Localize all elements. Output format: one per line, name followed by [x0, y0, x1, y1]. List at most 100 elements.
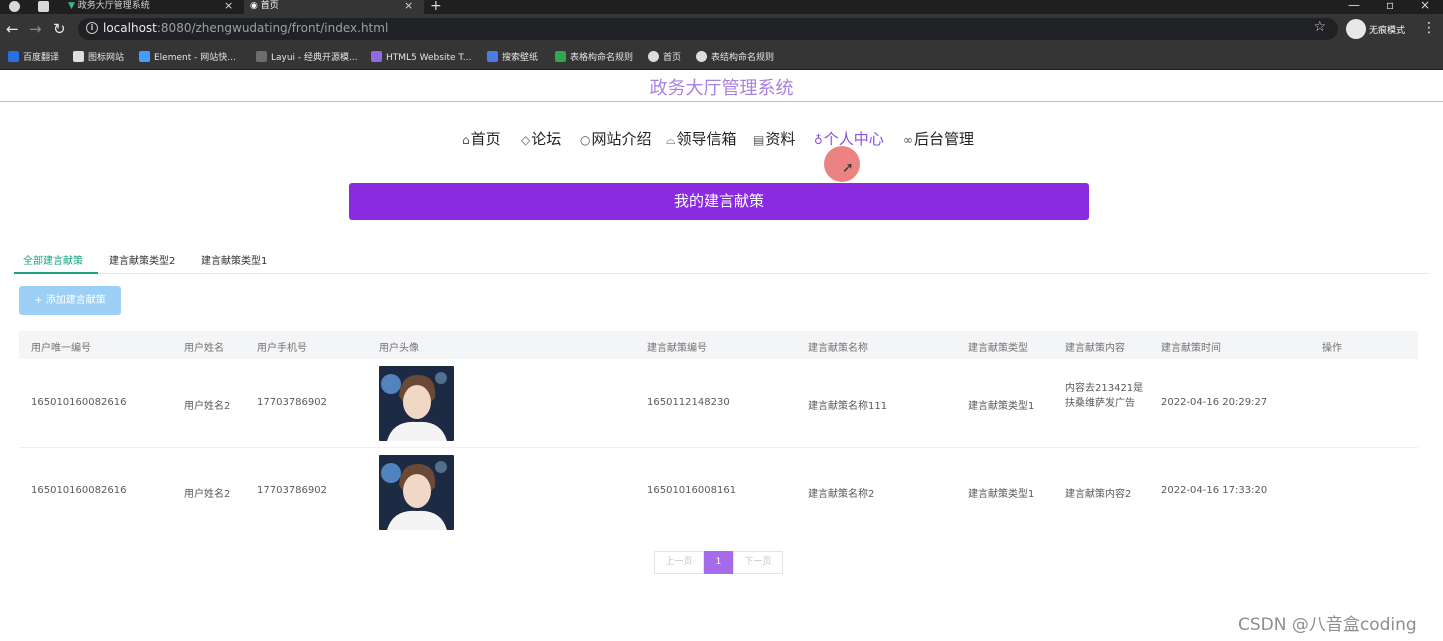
browser-tab-1[interactable]: ▼ 政务大厅管理系统 — [62, 0, 242, 14]
cell-suggestion-type: 建言献策类型1 — [968, 489, 1035, 500]
column-header: 操作 — [1322, 343, 1342, 354]
table-row[interactable]: 165010160082616 用户姓名2 17703786902 165010… — [19, 448, 1418, 536]
add-suggestion-button[interactable]: + 添加建言献策 — [19, 286, 121, 315]
info-icon[interactable]: i — [86, 22, 98, 34]
cell-suggestion-content: 建言献策内容2 — [1065, 489, 1132, 500]
column-header: 建言献策时间 — [1161, 343, 1221, 354]
browser-tabstrip: ▼ 政务大厅管理系统 × ◉ 首页 × + — ▫ × — [0, 0, 1443, 14]
nav-item-about[interactable]: ○网站介绍 — [580, 128, 652, 149]
browser-toolbar: ← → ↻ i localhost:8080/zhengwudating/fro… — [0, 14, 1443, 46]
element-icon — [139, 51, 150, 62]
bookmark-item[interactable]: HTML5 Website T... — [371, 51, 471, 65]
column-header: 用户头像 — [379, 343, 419, 354]
html5-icon — [371, 51, 382, 62]
nav-item-profile[interactable]: ♁个人中心 — [814, 128, 884, 149]
mouse-pointer-icon: ➚ — [842, 160, 854, 176]
info-icon: ○ — [580, 133, 591, 147]
address-bar[interactable]: i localhost:8080/zhengwudating/front/ind… — [78, 18, 1338, 40]
table-row[interactable]: 165010160082616 用户姓名2 17703786902 165011… — [19, 359, 1418, 448]
browser-tab-title: 政务大厅管理系统 — [77, 1, 150, 11]
column-header: 建言献策名称 — [808, 343, 868, 354]
column-header: 用户姓名 — [184, 343, 224, 354]
bookmark-item[interactable]: 表格构命名规则 — [555, 51, 633, 65]
bookmark-item[interactable]: 搜索壁纸 — [487, 51, 538, 65]
new-tab-icon[interactable]: + — [430, 0, 442, 14]
sheet-icon — [555, 51, 566, 62]
tab-type-1[interactable]: 建言献策类型1 — [201, 252, 267, 267]
browser-tab-title: 首页 — [260, 1, 279, 11]
bookmark-item[interactable]: 表结构命名规则 — [696, 51, 774, 65]
tab-all[interactable]: 全部建言献策 — [23, 252, 83, 267]
bookmark-item[interactable]: 百度翻译 — [8, 51, 59, 65]
cell-phone: 17703786902 — [257, 397, 327, 408]
minimize-icon[interactable]: — — [1348, 0, 1360, 12]
mailbox-icon: ⌓ — [666, 133, 676, 147]
maximize-icon[interactable]: ▫ — [1386, 0, 1394, 12]
column-header: 建言献策类型 — [968, 343, 1028, 354]
close-tab-icon[interactable]: × — [224, 0, 233, 12]
forward-icon[interactable]: → — [29, 20, 42, 38]
reload-icon[interactable]: ↻ — [53, 20, 66, 38]
translate-icon — [8, 51, 19, 62]
globe-icon — [696, 51, 707, 62]
cell-suggestion-name: 建言献策名称2 — [808, 489, 875, 500]
suggestions-table: 用户唯一编号 用户姓名 用户手机号 用户头像 建言献策编号 建言献策名称 建言献… — [19, 331, 1418, 536]
bookmark-item[interactable]: Layui - 经典开源模... — [256, 51, 358, 65]
cell-phone: 17703786902 — [257, 485, 327, 496]
window-close-icon[interactable]: × — [1420, 0, 1430, 12]
incognito-label: 无痕模式 — [1369, 26, 1406, 36]
active-tab-indicator — [14, 272, 98, 274]
bookmark-item[interactable]: 首页 — [648, 51, 681, 65]
news-icon: ▤ — [753, 133, 765, 147]
header-divider — [0, 101, 1443, 102]
layui-icon — [256, 51, 267, 62]
page-number-button[interactable]: 1 — [704, 551, 733, 574]
table-header: 用户唯一编号 用户姓名 用户手机号 用户头像 建言献策编号 建言献策名称 建言献… — [19, 331, 1418, 359]
column-header: 用户唯一编号 — [31, 343, 91, 354]
home-icon: ⌂ — [462, 133, 470, 147]
flag-icon — [73, 51, 84, 62]
column-header: 用户手机号 — [257, 343, 307, 354]
globe-icon — [648, 51, 659, 62]
page-banner: 我的建言献策 — [349, 183, 1089, 220]
globe-icon: ◉ — [250, 1, 258, 11]
nav-item-home[interactable]: ⌂首页 — [462, 128, 501, 149]
cell-suggestion-id: 1650112148230 — [647, 397, 730, 408]
nav-item-forum[interactable]: ◇论坛 — [521, 128, 561, 149]
more-menu-icon[interactable]: ⋮ — [1422, 20, 1436, 36]
cell-suggestion-id: 16501016008161 — [647, 485, 737, 496]
wallpaper-icon — [487, 51, 498, 62]
url-text: localhost:8080/zhengwudating/front/index… — [103, 21, 389, 35]
bookmark-item[interactable]: Element - 网站快... — [139, 51, 236, 65]
browser-tab-2[interactable]: ◉ 首页 — [244, 0, 424, 14]
cell-user-name: 用户姓名2 — [184, 489, 231, 500]
cell-user-id: 165010160082616 — [31, 397, 127, 408]
cell-suggestion-time: 2022-04-16 20:29:27 — [1161, 397, 1268, 408]
cell-user-id: 165010160082616 — [31, 485, 127, 496]
nav-item-mailbox[interactable]: ⌓领导信箱 — [666, 128, 737, 149]
cell-suggestion-name: 建言献策名称111 — [808, 401, 888, 412]
page-icon — [38, 1, 49, 12]
bookmark-item[interactable]: 图标网站 — [73, 51, 124, 65]
link-icon: ∞ — [903, 133, 913, 147]
user-avatar — [379, 366, 454, 441]
close-tab-icon[interactable]: × — [404, 0, 413, 12]
back-icon[interactable]: ← — [6, 20, 19, 38]
next-page-button[interactable]: 下一页 — [733, 551, 783, 574]
nav-item-news[interactable]: ▤资料 — [753, 128, 795, 149]
forum-icon: ◇ — [521, 133, 531, 147]
bookmark-star-icon[interactable]: ☆ — [1313, 19, 1326, 35]
site-title: 政务大厅管理系统 — [649, 78, 794, 99]
prev-page-button[interactable]: 上一页 — [654, 551, 704, 574]
cell-user-name: 用户姓名2 — [184, 401, 231, 412]
bookmarks-bar: 百度翻译 图标网站 Element - 网站快... Layui - 经典开源模… — [0, 46, 1443, 70]
incognito-avatar[interactable] — [1346, 19, 1366, 39]
cell-suggestion-content: 内容去213421是扶桑维萨发广告 — [1065, 383, 1144, 409]
nav-item-admin[interactable]: ∞后台管理 — [903, 128, 974, 149]
watermark: CSDN @八音盒coding — [1238, 615, 1417, 635]
tab-type-2[interactable]: 建言献策类型2 — [109, 252, 175, 267]
column-header: 建言献策编号 — [647, 343, 707, 354]
user-icon: ♁ — [814, 133, 823, 147]
column-header: 建言献策内容 — [1065, 343, 1125, 354]
user-avatar — [379, 455, 454, 530]
